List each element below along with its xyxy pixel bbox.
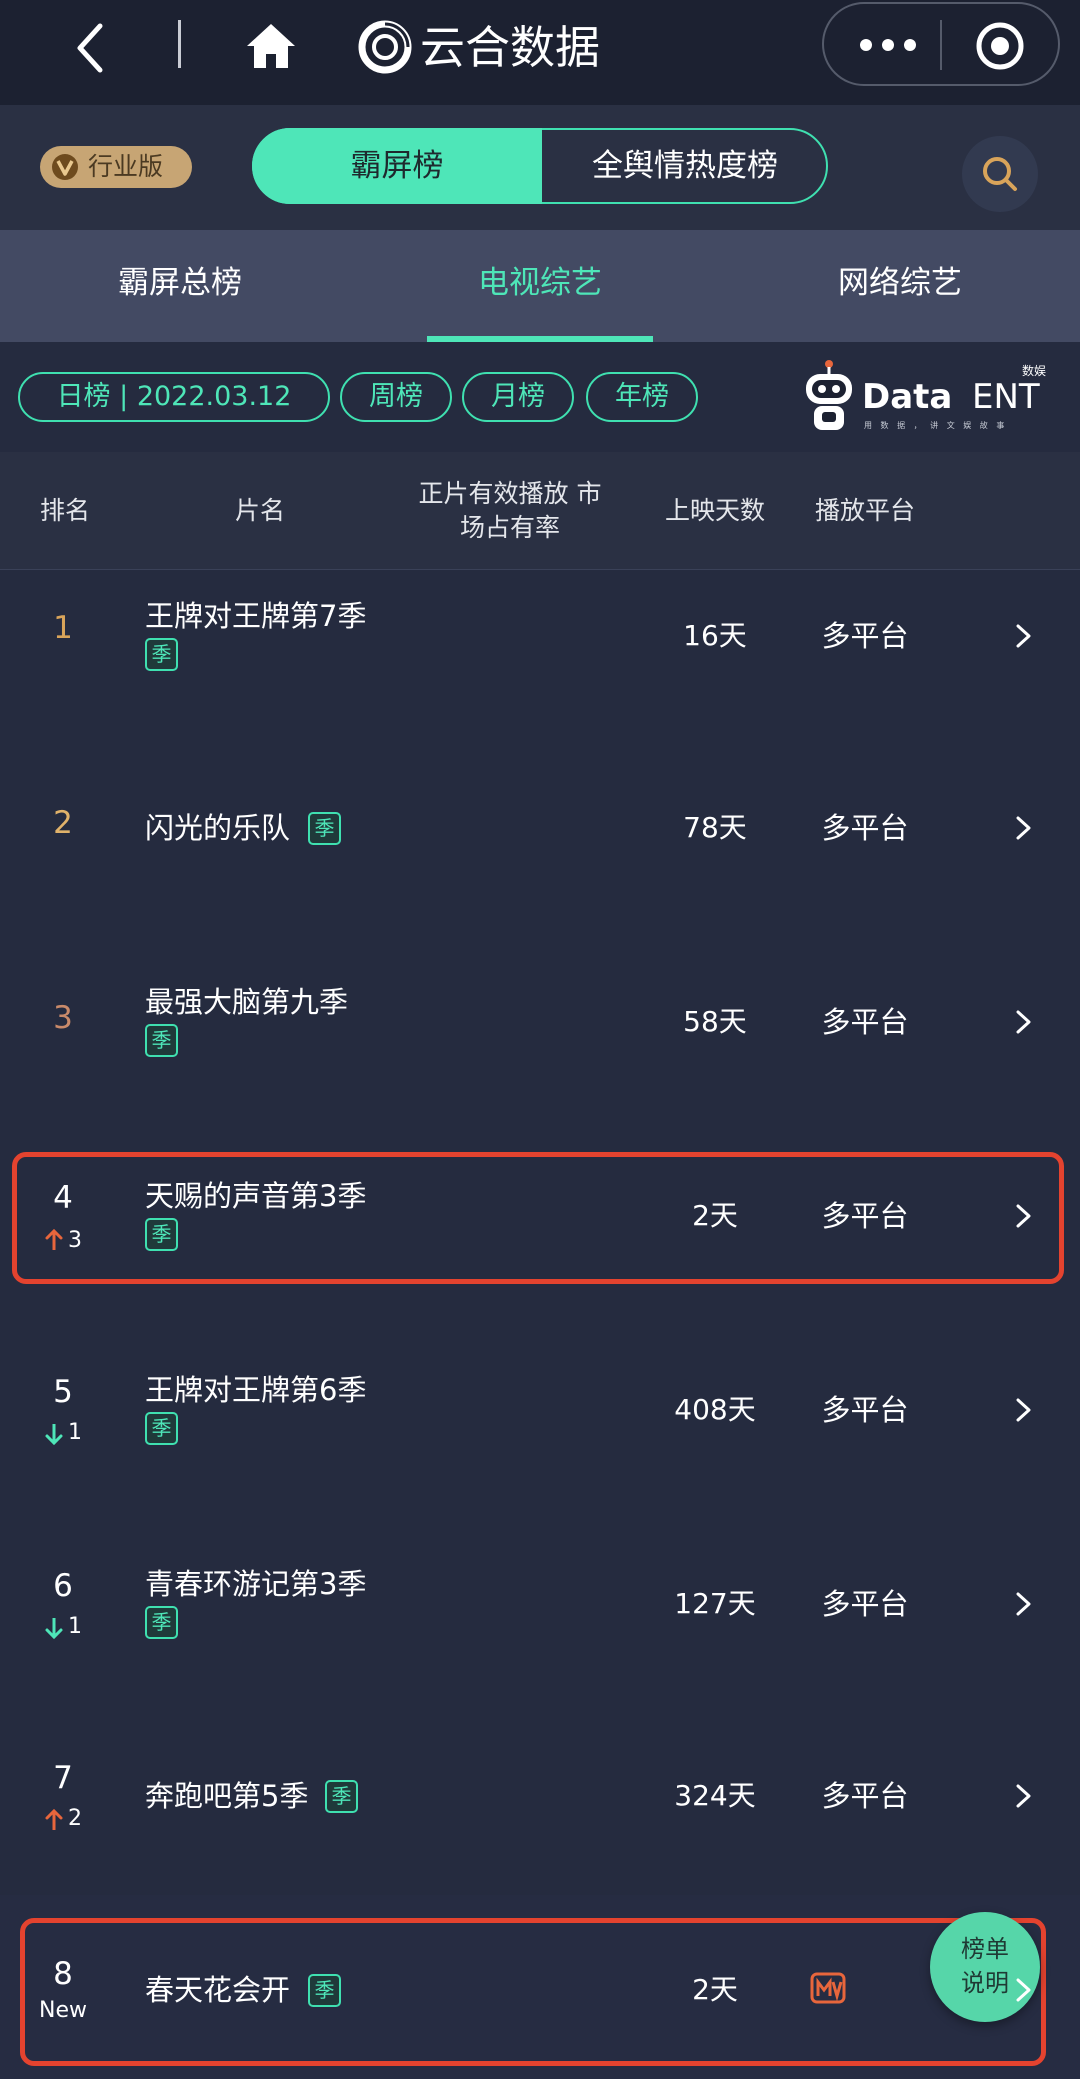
arrow-up-icon xyxy=(45,1808,63,1830)
season-tag: 季 xyxy=(145,1412,178,1445)
show-title: 奔跑吧第5季 xyxy=(145,1779,309,1813)
chevron-right-icon[interactable] xyxy=(1012,1776,1036,1816)
rank-number: 2 xyxy=(53,805,73,841)
back-icon[interactable] xyxy=(70,20,110,76)
show-title: 最强大脑第九季 xyxy=(145,985,349,1019)
rank-number: 6 xyxy=(53,1568,73,1604)
col-name: 片名 xyxy=(234,496,285,525)
platform-value: 多平台 xyxy=(821,1393,909,1427)
days-value: 408天 xyxy=(674,1393,756,1426)
table-row[interactable] xyxy=(0,763,1080,956)
days-value: 324天 xyxy=(674,1779,756,1812)
brand-data: Data xyxy=(862,377,953,417)
rank-change-new: New xyxy=(39,1998,87,2023)
rank-number: 1 xyxy=(53,610,73,646)
days-value: 2天 xyxy=(692,1199,738,1232)
rank-number: 3 xyxy=(53,1000,73,1036)
show-title: 王牌对王牌第7季 xyxy=(145,599,367,633)
brand-cn: 数娱 xyxy=(1022,364,1047,378)
days-value: 78天 xyxy=(683,811,747,844)
monthly-filter[interactable]: 月榜 xyxy=(462,372,574,422)
chevron-right-icon[interactable] xyxy=(1012,1584,1036,1624)
more-icon[interactable] xyxy=(848,20,928,70)
arrow-down-icon xyxy=(45,1618,63,1640)
robot-icon xyxy=(806,360,852,430)
yunhe-logo-icon xyxy=(358,20,412,74)
season-tag: 季 xyxy=(145,1218,178,1251)
platform-value: 多平台 xyxy=(821,1199,909,1233)
badge-label: 行业版 xyxy=(88,152,164,181)
rank-change: 1 xyxy=(68,1614,82,1639)
v-icon xyxy=(52,154,78,180)
rank-change: 1 xyxy=(68,1420,82,1445)
days-value: 2天 xyxy=(692,1973,738,2006)
home-icon[interactable] xyxy=(243,20,299,72)
search-icon[interactable] xyxy=(978,152,1022,196)
platform-value: 多平台 xyxy=(821,619,909,653)
table-row[interactable] xyxy=(0,1728,1080,1921)
divider xyxy=(178,20,181,68)
col-share: 正片有效播放 市场占有率 xyxy=(418,479,602,542)
col-platform: 播放平台 xyxy=(814,496,915,525)
rank-number: 7 xyxy=(53,1760,73,1796)
tab-overall[interactable]: 霸屏总榜 xyxy=(30,230,330,336)
days-value: 16天 xyxy=(683,619,747,652)
chevron-right-icon[interactable] xyxy=(1012,1390,1036,1430)
season-tag: 季 xyxy=(145,1606,178,1639)
days-value: 127天 xyxy=(674,1587,756,1620)
app-title: 云合数据 xyxy=(420,21,601,74)
show-title: 天赐的声音第3季 xyxy=(145,1179,367,1213)
segment-sentiment[interactable]: 全舆情热度榜 xyxy=(542,128,828,204)
yearly-filter[interactable]: 年榜 xyxy=(586,372,698,422)
segment-dominance[interactable]: 霸屏榜 xyxy=(252,128,542,204)
daily-date-filter[interactable]: 日榜 | 2022.03.12 xyxy=(18,372,330,422)
col-days: 上映天数 xyxy=(664,496,765,525)
season-tag: 季 xyxy=(145,1024,178,1057)
target-icon[interactable] xyxy=(972,20,1028,72)
show-title: 青春环游记第3季 xyxy=(145,1567,367,1601)
platform-value: 多平台 xyxy=(821,1005,909,1039)
platform-value: 多平台 xyxy=(821,1587,909,1621)
chevron-right-icon[interactable] xyxy=(1012,1970,1036,2010)
season-tag: 季 xyxy=(145,638,178,671)
chevron-right-icon[interactable] xyxy=(1012,808,1036,848)
show-title: 闪光的乐队 xyxy=(145,811,291,845)
days-value: 58天 xyxy=(683,1005,747,1038)
platform-value: 多平台 xyxy=(821,1779,909,1813)
brand-ent: ENT xyxy=(972,377,1040,417)
chevron-right-icon[interactable] xyxy=(1012,1002,1036,1042)
arrow-up-icon xyxy=(45,1228,63,1250)
platform-value: 多平台 xyxy=(821,811,909,845)
rank-change: 3 xyxy=(68,1228,82,1253)
show-title: 王牌对王牌第6季 xyxy=(145,1373,367,1407)
tab-web-variety[interactable]: 网络综艺 xyxy=(750,230,1050,336)
season-tag: 季 xyxy=(325,1780,358,1813)
rank-number: 4 xyxy=(53,1180,73,1216)
rank-number: 5 xyxy=(53,1374,73,1410)
chevron-right-icon[interactable] xyxy=(1012,1196,1036,1236)
col-rank: 排名 xyxy=(39,496,90,525)
chevron-right-icon[interactable] xyxy=(1012,616,1036,656)
brand-slogan: 用 数 据 ， 讲 文 娱 故 事 xyxy=(864,421,1008,430)
weekly-filter[interactable]: 周榜 xyxy=(340,372,452,422)
rank-change: 2 xyxy=(68,1806,82,1831)
tab-tv-variety[interactable]: 电视综艺 xyxy=(390,230,690,336)
season-tag: 季 xyxy=(308,812,341,845)
season-tag: 季 xyxy=(308,1974,341,2007)
capsule-divider xyxy=(940,20,942,70)
rank-number: 8 xyxy=(53,1956,73,1992)
arrow-down-icon xyxy=(45,1424,63,1446)
show-title: 春天花会开 xyxy=(145,1973,291,2007)
mango-tv-icon xyxy=(810,1972,846,2004)
